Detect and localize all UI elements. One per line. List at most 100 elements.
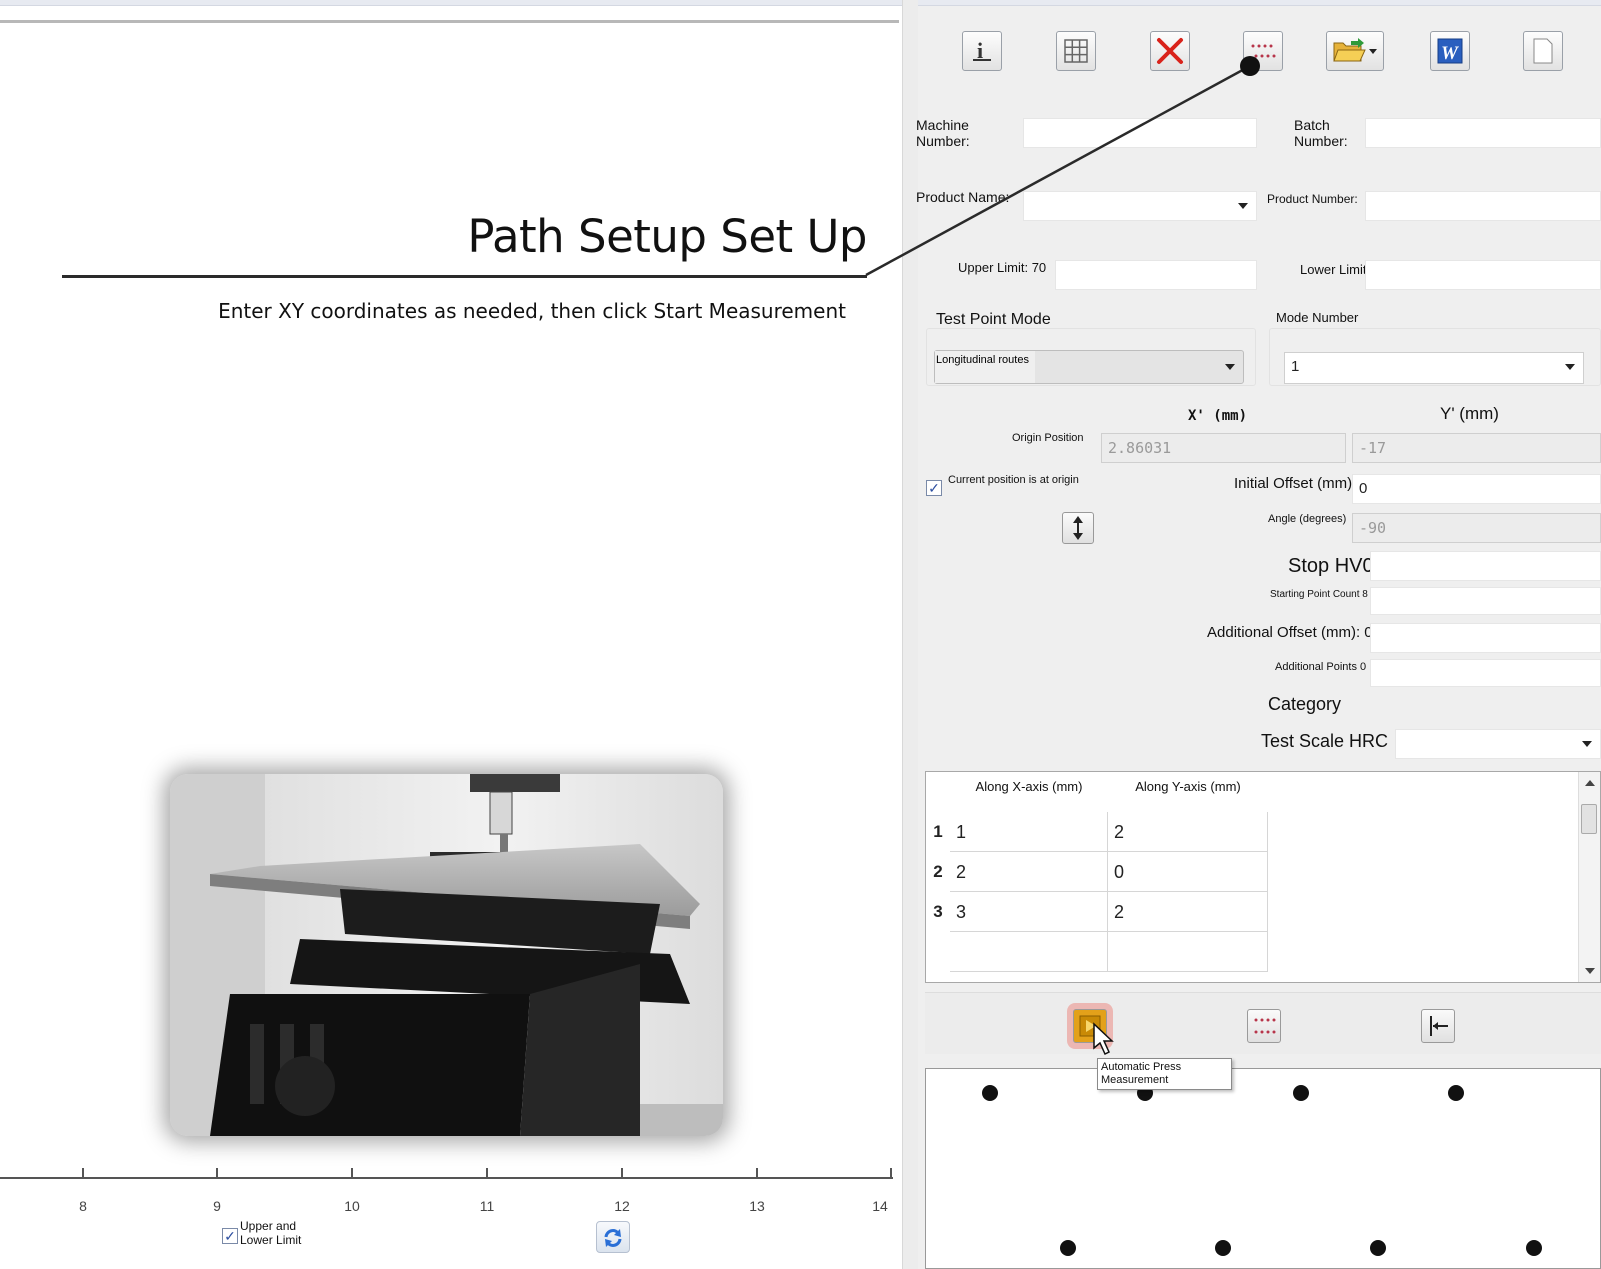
stop-field[interactable] [1370, 551, 1601, 581]
x-prime-header: X' (mm) [1188, 408, 1248, 424]
batch-number-field[interactable] [1365, 118, 1601, 148]
initial-offset-label: Initial Offset (mm) [1234, 475, 1353, 492]
x-tick [351, 1168, 353, 1178]
product-name-dropdown[interactable] [1023, 191, 1257, 221]
chevron-down-icon [1565, 364, 1575, 370]
chevron-down-icon [1582, 741, 1592, 747]
table-scrollbar[interactable] [1578, 772, 1600, 982]
cell-y[interactable]: 0 [1108, 852, 1268, 892]
x-tick-label: 9 [213, 1198, 221, 1214]
test-point-mode-value: Longitudinal routes [935, 351, 1035, 383]
chevron-down-icon [1225, 364, 1235, 370]
mode-number-value: 1 [1291, 358, 1300, 375]
product-number-label: Product Number: [1267, 192, 1358, 206]
scroll-down-icon[interactable] [1585, 968, 1595, 974]
row-number: 1 [933, 822, 943, 841]
column-header-y: Along Y-axis (mm) [1135, 779, 1241, 794]
stop-label: Stop HV0 [1288, 555, 1374, 577]
x-tick [82, 1168, 84, 1178]
word-export-button[interactable]: W [1430, 31, 1470, 71]
limits-label: Upper and Lower Limit [240, 1219, 302, 1247]
starting-point-count-label: Starting Point Count 8 [1270, 589, 1368, 600]
origin-y-field[interactable]: -17 [1352, 433, 1601, 463]
left-arrow-bar-icon [1430, 1016, 1448, 1036]
test-scale-dropdown[interactable] [1395, 729, 1601, 759]
open-folder-button[interactable] [1326, 31, 1384, 71]
coordinates-table: Along X-axis (mm) Along Y-axis (mm) 1 1 … [925, 771, 1601, 983]
info-icon: i [973, 38, 991, 63]
path-point [1060, 1240, 1076, 1256]
test-point-mode-dropdown[interactable]: Longitudinal routes [934, 350, 1244, 384]
path-point [1526, 1240, 1542, 1256]
product-name-label: Product Name: [916, 189, 1010, 205]
additional-points-label: Additional Points 0 [1275, 661, 1367, 673]
graph-top-border [0, 20, 899, 23]
path-point [1293, 1085, 1309, 1101]
cell-x-empty[interactable] [950, 932, 1108, 972]
x-tick-label: 12 [614, 1198, 630, 1214]
starting-point-count-field[interactable] [1370, 587, 1601, 615]
callout-subtitle: Enter XY coordinates as needed, then cli… [218, 299, 846, 323]
path-point [1215, 1240, 1231, 1256]
delete-button[interactable] [1150, 31, 1190, 71]
machine-number-field[interactable] [1023, 118, 1257, 148]
x-tick [621, 1168, 623, 1178]
x-tick-label: 8 [79, 1198, 87, 1214]
chevron-down-icon [1238, 203, 1248, 209]
cell-x[interactable]: 1 [950, 812, 1108, 852]
grid-icon [1064, 39, 1088, 63]
additional-offset-field[interactable] [1370, 623, 1601, 653]
category-label: Category [1268, 694, 1342, 714]
current-position-checkbox[interactable]: ✓ [926, 480, 942, 496]
upper-limit-label: Upper Limit: 70 [958, 260, 1047, 275]
callout-underline [62, 275, 867, 278]
x-tick [890, 1168, 892, 1178]
return-to-origin-button[interactable] [1421, 1009, 1455, 1043]
mode-number-label: Mode Number [1276, 310, 1359, 325]
cell-y-empty[interactable] [1108, 932, 1268, 972]
measurement-action-bar [925, 992, 1601, 1054]
scroll-up-icon[interactable] [1585, 780, 1595, 786]
path-points-button[interactable] [1243, 31, 1283, 71]
cell-x[interactable]: 2 [950, 852, 1108, 892]
lower-limit-field[interactable] [1365, 260, 1601, 290]
row-number: 2 [933, 862, 943, 881]
grid-button[interactable] [1056, 31, 1096, 71]
new-page-button[interactable] [1523, 31, 1563, 71]
x-tick-label: 11 [479, 1198, 495, 1214]
y-prime-header: Y' (mm) [1440, 404, 1499, 423]
info-button[interactable]: i [962, 31, 1002, 71]
product-number-field[interactable] [1365, 191, 1601, 221]
mouse-cursor-icon [1093, 1022, 1114, 1056]
scroll-thumb[interactable] [1581, 804, 1597, 834]
refresh-icon [604, 1229, 622, 1247]
origin-position-label: Origin Position [1012, 432, 1084, 444]
delete-x-icon [1157, 38, 1183, 64]
path-point [982, 1085, 998, 1101]
app-window: Path Setup Set Up Enter XY coordinates a… [0, 0, 1601, 1269]
svg-text:W: W [1441, 43, 1459, 64]
path-preview-canvas [925, 1068, 1601, 1269]
additional-points-field[interactable] [1370, 659, 1601, 687]
upper-limit-field[interactable] [1055, 260, 1257, 290]
x-tick [216, 1168, 218, 1178]
graph-x-axis: 8 9 10 11 12 13 14 [0, 1168, 893, 1228]
machine-number-label: Machine Number: [916, 117, 970, 149]
path-preview-button[interactable] [1247, 1009, 1281, 1043]
angle-field[interactable]: -90 [1352, 513, 1601, 543]
origin-x-field[interactable]: 2.86031 [1101, 433, 1346, 463]
current-position-label: Current position is at origin [948, 474, 1079, 486]
cell-x[interactable]: 3 [950, 892, 1108, 932]
initial-offset-field[interactable]: 0 [1352, 474, 1601, 504]
cell-y[interactable]: 2 [1108, 892, 1268, 932]
test-point-mode-label: Test Point Mode [936, 311, 1051, 328]
path-point [1448, 1085, 1464, 1101]
limits-checkbox[interactable]: ✓ [222, 1228, 238, 1244]
x-tick-label: 10 [344, 1198, 360, 1214]
refresh-button[interactable] [596, 1221, 630, 1253]
mode-number-dropdown[interactable]: 1 [1284, 352, 1584, 384]
x-tick-label: 14 [872, 1198, 888, 1214]
angle-label: Angle (degrees) [1268, 513, 1347, 525]
direction-swap-button[interactable] [1062, 512, 1094, 544]
cell-y[interactable]: 2 [1108, 812, 1268, 852]
